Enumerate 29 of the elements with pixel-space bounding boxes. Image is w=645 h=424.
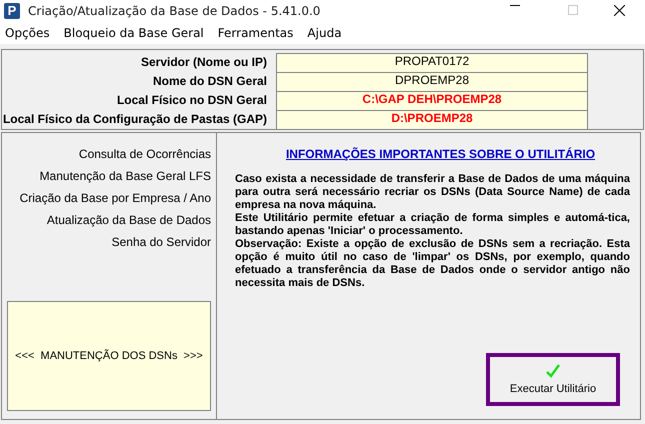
menu-item[interactable]: Ajuda: [307, 26, 342, 40]
menu-item[interactable]: Ferramentas: [218, 26, 294, 40]
close-icon[interactable]: [614, 5, 625, 16]
field-label: Nome do DSN Geral: [152, 72, 267, 90]
info-paragraph: Observação: Existe a opção de exclusão de DSNs sem a recriação. Esta opção é muito útil no caso de 'limpar' os DSNs, por exemplo, quando efetuado a transferência da Base de Dados onde o servidor antigo não necessita mais de DSNs.: [234, 238, 630, 290]
window-title: Criação/Atualização da Base de Dados - 5.41.0.0: [28, 4, 322, 18]
dsn-maintenance-panel[interactable]: <<< MANUTENÇÃO DOS DSNs >>>: [7, 301, 211, 412]
menu-item[interactable]: Bloqueio da Base Geral: [64, 26, 204, 40]
field-label: Local Físico da Configuração de Pastas (GAP): [2, 110, 267, 128]
checkmark-icon: [546, 364, 560, 378]
field-value: DPROEMP28: [276, 72, 588, 91]
field-value: C:\GAP DEH\PROEMP28: [276, 90, 588, 110]
app-logo: P: [4, 2, 20, 19]
field-label: Servidor (Nome ou IP): [140, 54, 267, 71]
run-utility-button[interactable]: Executar Utilitário: [486, 353, 620, 406]
field-value: D:\PROEMP28: [276, 110, 588, 130]
side-menu-item[interactable]: Atualização da Base de Dados: [7, 210, 212, 233]
info-heading: INFORMAÇÕES IMPORTANTES SOBRE O UTILITÁRIO: [286, 146, 596, 161]
side-menu-item[interactable]: Manutenção da Base Geral LFS: [7, 166, 212, 189]
dsn-maintenance-label: <<< MANUTENÇÃO DOS DSNs >>>: [15, 350, 203, 362]
menu-item[interactable]: Opções: [5, 26, 50, 40]
side-menu-item[interactable]: Senha do Servidor: [7, 232, 212, 255]
info-paragraph: Caso exista a necessidade de transferir a Base de Dados de uma máquina para outra será necessário recriar os DSNs (Data Source Name) de cada empresa na nova máquina.: [234, 172, 630, 212]
field-value: PROPAT0172: [276, 52, 588, 72]
field-label: Local Físico no DSN Geral: [116, 92, 267, 109]
info-paragraph: Este Utilitário permite efetuar a criação de forma simples e automá-tica, bastando apenas 'Iniciar' o processamento.: [234, 212, 630, 238]
side-menu-item[interactable]: Consulta de Ocorrências: [7, 144, 212, 167]
side-menu-item[interactable]: Criação da Base por Empresa / Ano: [7, 188, 212, 211]
minimize-icon[interactable]: [510, 5, 520, 6]
